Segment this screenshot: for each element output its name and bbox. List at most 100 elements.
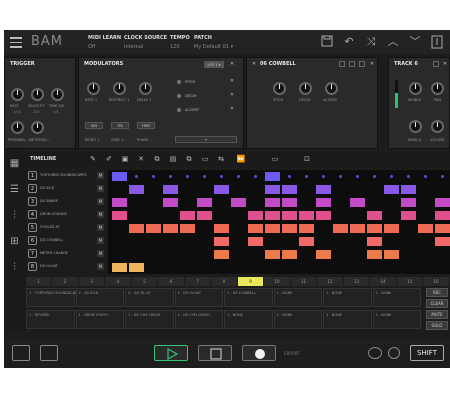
step-grid[interactable]: [108, 170, 450, 274]
step-cell-active[interactable]: [435, 224, 450, 233]
step-dot[interactable]: [169, 175, 172, 178]
step-cell-active[interactable]: [350, 224, 365, 233]
pitch-knob[interactable]: [273, 82, 286, 95]
automation-lane[interactable]: 1 - NONE: [323, 310, 372, 329]
remove-route-icon[interactable]: ✕: [229, 106, 235, 112]
clear-icon[interactable]: ▭: [200, 154, 210, 164]
step-cell-active[interactable]: [282, 250, 297, 259]
copy-icon[interactable]: [349, 61, 355, 67]
step-cell-active[interactable]: [231, 198, 246, 207]
step-cell-active[interactable]: [350, 198, 365, 207]
save-icon[interactable]: [320, 35, 334, 49]
mixer-icon[interactable]: ⫶: [8, 209, 21, 222]
step-dot[interactable]: [390, 175, 393, 178]
step-cell-active[interactable]: [146, 224, 161, 233]
automation-lane[interactable]: 3 - 4/5 DL AT: [125, 288, 174, 307]
step-cell-active[interactable]: [214, 250, 229, 259]
step-number[interactable]: 6: [159, 277, 185, 286]
automation-lane[interactable]: 1 - NONE: [224, 310, 273, 329]
metronome-knob[interactable]: [31, 121, 44, 134]
step-number[interactable]: 1: [26, 277, 52, 286]
step-dot[interactable]: [339, 175, 342, 178]
menu-icon[interactable]: [10, 37, 22, 48]
settings-icon[interactable]: [368, 347, 382, 359]
remove-route-icon[interactable]: ✕: [229, 92, 235, 98]
step-number[interactable]: 15: [397, 277, 423, 286]
step-cell-active[interactable]: [299, 211, 314, 220]
comment-icon[interactable]: ▭: [270, 154, 280, 164]
step-cell-active[interactable]: [163, 185, 178, 194]
close-icon[interactable]: ✕: [229, 61, 235, 67]
step-cell-active[interactable]: [180, 211, 195, 220]
step-cell-active[interactable]: [299, 237, 314, 246]
step-cell-active[interactable]: [384, 224, 399, 233]
step-cell-active[interactable]: [367, 224, 382, 233]
step-dot[interactable]: [203, 175, 206, 178]
track-row[interactable]: 7 METER CHANGE M: [26, 248, 106, 260]
step-cell-active[interactable]: [112, 263, 127, 272]
step-dot[interactable]: [424, 175, 427, 178]
step-cell-active[interactable]: [248, 211, 263, 220]
clock-source-field[interactable]: CLOCK SOURCE Internal: [124, 35, 167, 50]
step-dot[interactable]: [407, 175, 410, 178]
chevron-up-icon[interactable]: ︿: [386, 35, 400, 49]
stop-button[interactable]: [198, 345, 232, 361]
step-cell-active[interactable]: [129, 185, 144, 194]
select-icon[interactable]: ▣: [120, 154, 130, 164]
step-cell-active[interactable]: [316, 185, 331, 194]
automation-lane[interactable]: 1 - DS CYM CRASH: [174, 310, 223, 329]
step-cell-active[interactable]: [265, 198, 280, 207]
delay-1-knob[interactable]: [139, 82, 152, 95]
step-cell-active[interactable]: [282, 224, 297, 233]
step-dot[interactable]: [237, 175, 240, 178]
copy-icon[interactable]: ⧉: [152, 154, 162, 164]
step-dot[interactable]: [135, 175, 138, 178]
step-cell-active[interactable]: [401, 185, 416, 194]
step-cell-active[interactable]: [367, 250, 382, 259]
rate-1-knob[interactable]: [87, 82, 100, 95]
pan-knob[interactable]: [431, 82, 444, 95]
step-cell-active[interactable]: [367, 211, 382, 220]
automation-lane[interactable]: 1 - DS COWBELL: [224, 288, 273, 307]
add-route-button[interactable]: +: [175, 136, 237, 143]
step-cell-active[interactable]: [265, 172, 280, 181]
step-dot[interactable]: [305, 175, 308, 178]
restrict-1-knob[interactable]: [113, 82, 126, 95]
mute-button[interactable]: M: [97, 263, 104, 270]
step-cell-active[interactable]: [282, 211, 297, 220]
step-dot[interactable]: [441, 175, 444, 178]
clear-button[interactable]: CLEAR: [426, 299, 448, 308]
pencil-icon[interactable]: ✎: [88, 154, 98, 164]
mobile-knob[interactable]: [409, 82, 422, 95]
step-cell-active[interactable]: [282, 198, 297, 207]
step-cell-active[interactable]: [197, 211, 212, 220]
automation-lane[interactable]: 1 - NONE: [273, 310, 322, 329]
track-row[interactable]: 5 FOOLED AT M: [26, 222, 106, 234]
mute-button[interactable]: MUTE: [426, 310, 448, 319]
probability-knob[interactable]: [11, 121, 24, 134]
play-button[interactable]: [154, 345, 188, 361]
automation-lane[interactable]: 1 - NONE: [372, 310, 421, 329]
patch-field[interactable]: PATCH My Default 01 ▾: [194, 35, 233, 50]
automation-icon[interactable]: ⫶: [8, 261, 21, 274]
step-cell-active[interactable]: [180, 224, 195, 233]
time-sig-knob[interactable]: [51, 88, 64, 101]
step-cell-active[interactable]: [282, 185, 297, 194]
step-dot[interactable]: [356, 175, 359, 178]
step-cell-active[interactable]: [265, 250, 280, 259]
step-cell-active[interactable]: [299, 224, 314, 233]
step-cell-active[interactable]: [197, 198, 212, 207]
step-number[interactable]: 8: [212, 277, 238, 286]
chevron-down-icon[interactable]: ﹀: [408, 35, 422, 49]
duplicate-icon[interactable]: ⧉: [184, 154, 194, 164]
undo-icon[interactable]: ↶: [342, 35, 356, 49]
step-number[interactable]: 9: [238, 277, 264, 286]
settings-icon[interactable]: [433, 61, 439, 67]
delete-icon[interactable]: ✕: [136, 154, 146, 164]
solo-button[interactable]: SOLO: [426, 321, 448, 330]
pads-icon[interactable]: ▦: [8, 157, 21, 170]
fast-forward-icon[interactable]: ⏩: [236, 154, 246, 164]
free-button[interactable]: FREE: [137, 122, 155, 129]
paste-icon[interactable]: ▤: [168, 154, 178, 164]
send-a-knob[interactable]: [409, 120, 422, 133]
